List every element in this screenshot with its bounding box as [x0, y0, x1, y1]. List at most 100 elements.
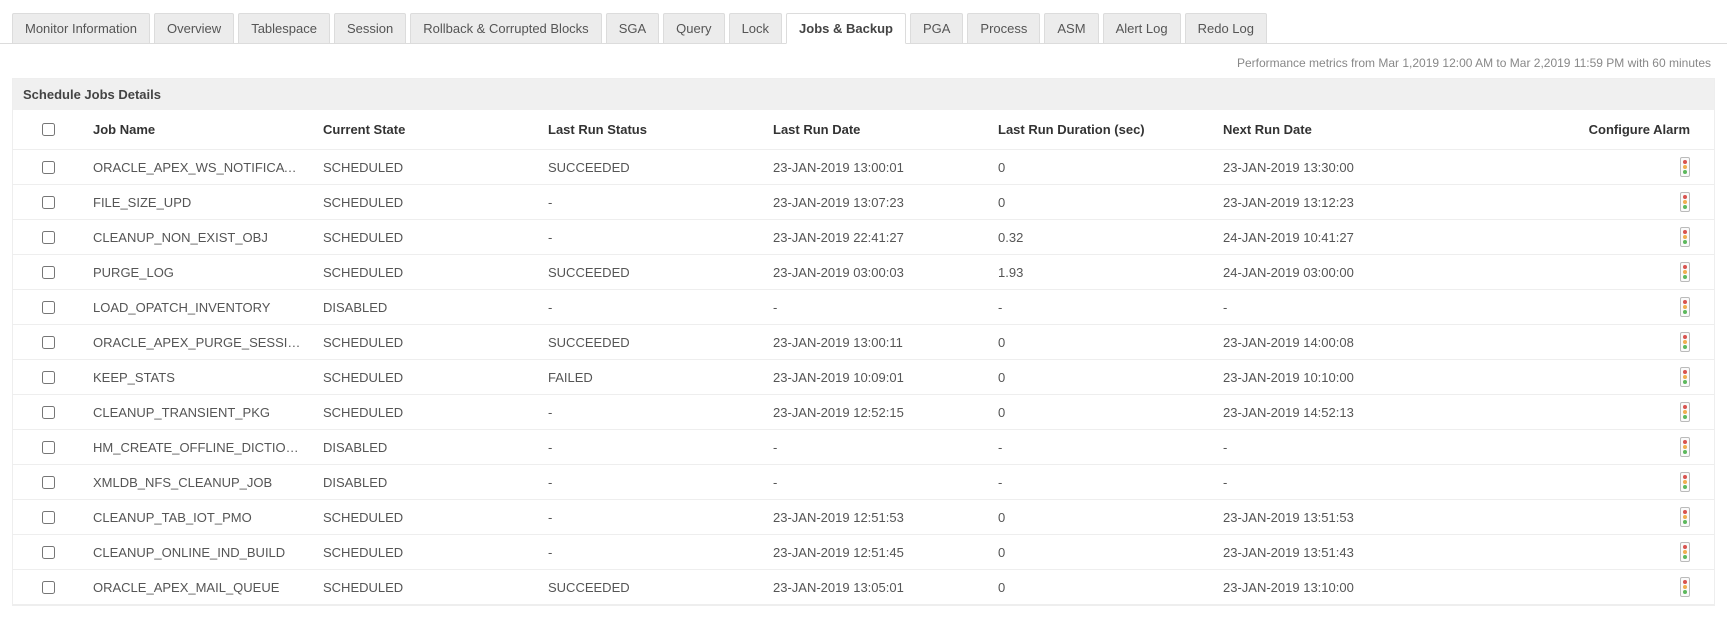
- cell-job-name: LOAD_OPATCH_INVENTORY: [83, 290, 313, 325]
- cell-next-run-date: -: [1213, 465, 1473, 500]
- cell-job-name: KEEP_STATS: [83, 360, 313, 395]
- tab-sga[interactable]: SGA: [606, 13, 659, 44]
- tab-lock[interactable]: Lock: [729, 13, 782, 44]
- row-checkbox-cell: [13, 535, 83, 570]
- tabbar: Monitor InformationOverviewTablespaceSes…: [0, 0, 1727, 44]
- cell-job-name: CLEANUP_NON_EXIST_OBJ: [83, 220, 313, 255]
- tab-asm[interactable]: ASM: [1044, 13, 1098, 44]
- cell-next-run-date: 23-JAN-2019 10:10:00: [1213, 360, 1473, 395]
- row-checkbox[interactable]: [42, 476, 55, 489]
- tab-jobs-backup[interactable]: Jobs & Backup: [786, 13, 906, 44]
- traffic-light-icon[interactable]: [1680, 507, 1690, 527]
- cell-last-run-date: 23-JAN-2019 12:51:53: [763, 500, 988, 535]
- table-row: LOAD_OPATCH_INVENTORYDISABLED----: [13, 290, 1714, 325]
- row-checkbox-cell: [13, 290, 83, 325]
- traffic-light-icon[interactable]: [1680, 157, 1690, 177]
- cell-last-run-date: 23-JAN-2019 12:51:45: [763, 535, 988, 570]
- traffic-light-icon[interactable]: [1680, 437, 1690, 457]
- cell-last-run-duration: 0: [988, 570, 1213, 605]
- cell-job-name: XMLDB_NFS_CLEANUP_JOB: [83, 465, 313, 500]
- traffic-light-icon[interactable]: [1680, 227, 1690, 247]
- cell-last-run-date: 23-JAN-2019 13:07:23: [763, 185, 988, 220]
- cell-job-name: ORACLE_APEX_MAIL_QUEUE: [83, 570, 313, 605]
- traffic-light-icon[interactable]: [1680, 332, 1690, 352]
- cell-job-name: PURGE_LOG: [83, 255, 313, 290]
- cell-next-run-date: 23-JAN-2019 14:00:08: [1213, 325, 1473, 360]
- tab-alert-log[interactable]: Alert Log: [1103, 13, 1181, 44]
- tab-monitor-information[interactable]: Monitor Information: [12, 13, 150, 44]
- traffic-light-icon[interactable]: [1680, 297, 1690, 317]
- row-checkbox[interactable]: [42, 511, 55, 524]
- row-checkbox-cell: [13, 395, 83, 430]
- tab-overview[interactable]: Overview: [154, 13, 234, 44]
- cell-configure-alarm: [1473, 500, 1714, 535]
- cell-last-run-status: -: [538, 535, 763, 570]
- col-last-run-duration[interactable]: Last Run Duration (sec): [988, 110, 1213, 150]
- cell-configure-alarm: [1473, 430, 1714, 465]
- select-all-checkbox[interactable]: [42, 123, 55, 136]
- traffic-light-icon[interactable]: [1680, 192, 1690, 212]
- table-row: PURGE_LOGSCHEDULEDSUCCEEDED23-JAN-2019 0…: [13, 255, 1714, 290]
- row-checkbox[interactable]: [42, 196, 55, 209]
- cell-last-run-status: -: [538, 500, 763, 535]
- traffic-light-icon[interactable]: [1680, 367, 1690, 387]
- cell-current-state: SCHEDULED: [313, 255, 538, 290]
- traffic-light-icon[interactable]: [1680, 472, 1690, 492]
- cell-next-run-date: 23-JAN-2019 14:52:13: [1213, 395, 1473, 430]
- cell-last-run-status: SUCCEEDED: [538, 255, 763, 290]
- cell-last-run-status: -: [538, 395, 763, 430]
- tab-process[interactable]: Process: [967, 13, 1040, 44]
- cell-configure-alarm: [1473, 290, 1714, 325]
- row-checkbox[interactable]: [42, 161, 55, 174]
- tab-query[interactable]: Query: [663, 13, 724, 44]
- row-checkbox[interactable]: [42, 546, 55, 559]
- cell-current-state: SCHEDULED: [313, 500, 538, 535]
- tab-rollback-corrupted-blocks[interactable]: Rollback & Corrupted Blocks: [410, 13, 601, 44]
- cell-last-run-status: -: [538, 290, 763, 325]
- col-configure-alarm[interactable]: Configure Alarm: [1473, 110, 1714, 150]
- tab-redo-log[interactable]: Redo Log: [1185, 13, 1267, 44]
- col-next-run-date[interactable]: Next Run Date: [1213, 110, 1473, 150]
- col-last-run-date[interactable]: Last Run Date: [763, 110, 988, 150]
- row-checkbox[interactable]: [42, 231, 55, 244]
- cell-last-run-status: -: [538, 465, 763, 500]
- col-last-run-status[interactable]: Last Run Status: [538, 110, 763, 150]
- cell-configure-alarm: [1473, 395, 1714, 430]
- traffic-light-icon[interactable]: [1680, 262, 1690, 282]
- cell-last-run-status: -: [538, 430, 763, 465]
- cell-next-run-date: -: [1213, 290, 1473, 325]
- tab-session[interactable]: Session: [334, 13, 406, 44]
- cell-current-state: SCHEDULED: [313, 395, 538, 430]
- traffic-light-icon[interactable]: [1680, 542, 1690, 562]
- section-title: Schedule Jobs Details: [13, 79, 1714, 110]
- cell-last-run-date: 23-JAN-2019 10:09:01: [763, 360, 988, 395]
- cell-next-run-date: -: [1213, 430, 1473, 465]
- row-checkbox-cell: [13, 255, 83, 290]
- col-job-name[interactable]: Job Name: [83, 110, 313, 150]
- col-current-state[interactable]: Current State: [313, 110, 538, 150]
- row-checkbox[interactable]: [42, 371, 55, 384]
- tab-pga[interactable]: PGA: [910, 13, 963, 44]
- row-checkbox-cell: [13, 500, 83, 535]
- row-checkbox[interactable]: [42, 336, 55, 349]
- cell-next-run-date: 24-JAN-2019 10:41:27: [1213, 220, 1473, 255]
- cell-current-state: SCHEDULED: [313, 535, 538, 570]
- table-row: XMLDB_NFS_CLEANUP_JOBDISABLED----: [13, 465, 1714, 500]
- table-row: FILE_SIZE_UPDSCHEDULED-23-JAN-2019 13:07…: [13, 185, 1714, 220]
- cell-configure-alarm: [1473, 325, 1714, 360]
- row-checkbox[interactable]: [42, 266, 55, 279]
- traffic-light-icon[interactable]: [1680, 577, 1690, 597]
- row-checkbox[interactable]: [42, 581, 55, 594]
- cell-last-run-date: 23-JAN-2019 13:05:01: [763, 570, 988, 605]
- cell-last-run-duration: 0.32: [988, 220, 1213, 255]
- traffic-light-icon[interactable]: [1680, 402, 1690, 422]
- cell-last-run-status: SUCCEEDED: [538, 325, 763, 360]
- schedule-jobs-section: Schedule Jobs Details Job Name Current S…: [12, 78, 1715, 606]
- row-checkbox-cell: [13, 570, 83, 605]
- cell-last-run-duration: 1.93: [988, 255, 1213, 290]
- row-checkbox[interactable]: [42, 301, 55, 314]
- cell-current-state: SCHEDULED: [313, 570, 538, 605]
- row-checkbox[interactable]: [42, 441, 55, 454]
- row-checkbox[interactable]: [42, 406, 55, 419]
- tab-tablespace[interactable]: Tablespace: [238, 13, 330, 44]
